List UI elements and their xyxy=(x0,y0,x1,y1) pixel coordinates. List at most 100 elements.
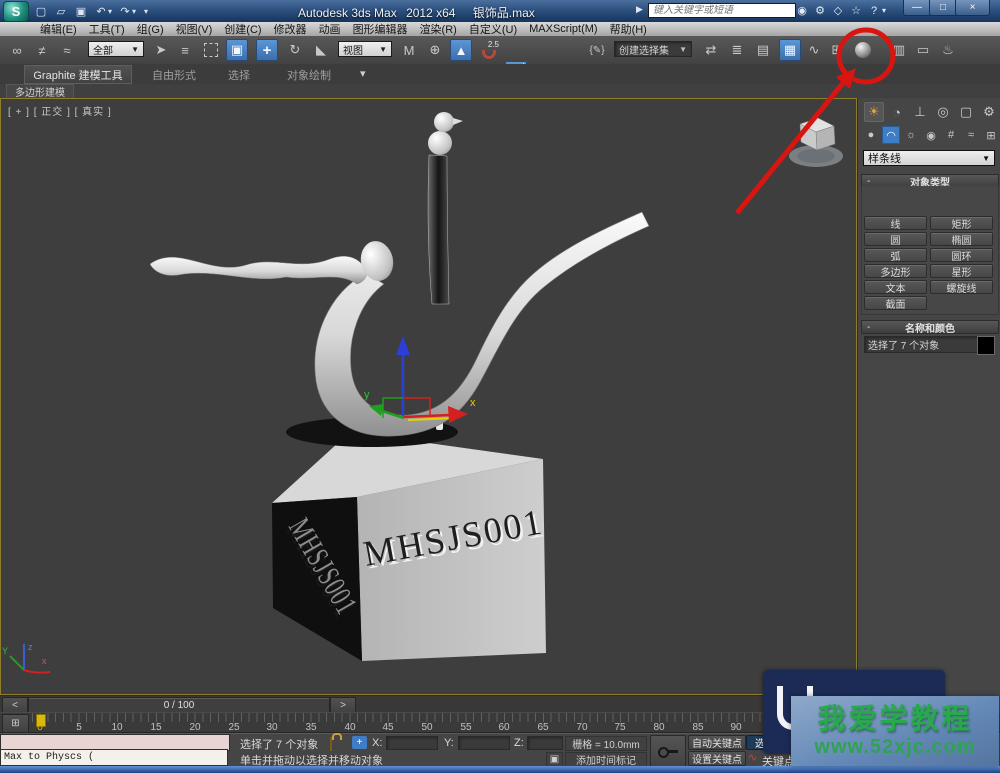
help-dropdown-icon[interactable]: ▾ xyxy=(880,3,888,18)
category-geometry-icon[interactable]: ● xyxy=(862,126,880,144)
tab-object-paint[interactable]: 对象绘制 xyxy=(287,67,331,83)
use-pivot-center-icon[interactable]: ⊕ xyxy=(424,39,446,61)
panel-tab-motion-icon[interactable]: ◎ xyxy=(933,102,953,122)
tab-selection[interactable]: 选择 xyxy=(228,67,250,83)
search-expand-icon[interactable]: ▶ xyxy=(636,4,643,15)
qat-overflow-icon[interactable]: ▾ xyxy=(142,3,150,19)
shape-button-donut[interactable]: 圆环 xyxy=(930,248,993,263)
snaps-toggle-icon[interactable]: 2.5 xyxy=(478,39,500,61)
mirror-icon[interactable]: M xyxy=(398,39,420,61)
named-selection-sets-combo[interactable]: 创建选择集 ▼ xyxy=(614,41,692,57)
open-file-icon[interactable]: ▱ xyxy=(52,3,70,19)
shape-category-dropdown[interactable]: 样条线 ▼ xyxy=(863,150,995,166)
next-frame-button[interactable]: > xyxy=(330,697,356,713)
y-coordinate-field[interactable] xyxy=(458,736,510,750)
set-keys-button[interactable] xyxy=(650,735,686,767)
search-icon[interactable]: ◉ xyxy=(794,3,810,18)
select-and-move-icon[interactable]: + xyxy=(256,39,278,61)
absolute-mode-icon[interactable]: + xyxy=(352,736,367,749)
render-setup-icon[interactable]: ▥ xyxy=(888,39,910,61)
menu-animation[interactable]: 动画 xyxy=(313,21,347,37)
object-color-swatch[interactable] xyxy=(977,336,995,355)
menu-group[interactable]: 组(G) xyxy=(131,21,170,37)
maxscript-listener-field[interactable]: Max to Physcs ( xyxy=(0,749,228,766)
set-key-button[interactable]: 设置关键点 xyxy=(688,751,746,766)
menu-graph-editors[interactable]: 图形编辑器 xyxy=(347,21,414,37)
selection-filter-dropdown[interactable]: 全部 ▼ xyxy=(88,41,144,57)
shape-button-rectangle[interactable]: 矩形 xyxy=(930,216,993,231)
redo-dropdown-icon[interactable]: ▾ xyxy=(130,3,138,19)
category-helpers-icon[interactable]: # xyxy=(942,126,960,144)
time-tag-icon[interactable]: ▣ xyxy=(546,752,563,767)
shape-button-ngon[interactable]: 多边形 xyxy=(864,264,927,279)
panel-polygon-modeling[interactable]: 多边形建模 xyxy=(6,84,74,99)
menu-create[interactable]: 创建(C) xyxy=(218,21,267,37)
windows-taskbar-sliver[interactable] xyxy=(0,766,1000,773)
selection-region-icon[interactable] xyxy=(200,39,222,61)
unlink-selection-icon[interactable]: ≠ xyxy=(31,39,53,61)
prev-frame-button[interactable]: < xyxy=(2,697,28,713)
window-crossing-toggle-icon[interactable]: ▣ xyxy=(226,39,248,61)
close-button[interactable]: × xyxy=(955,0,990,16)
panel-tab-create-icon[interactable]: ☀ xyxy=(864,102,884,122)
layer-manager-icon[interactable]: ▤ xyxy=(752,39,774,61)
graphite-ribbon-toggle-icon[interactable]: ▦ xyxy=(779,39,801,61)
category-shapes-icon[interactable]: ◠ xyxy=(882,126,900,144)
select-and-rotate-icon[interactable]: ↻ xyxy=(284,39,306,61)
object-name-field[interactable] xyxy=(864,336,980,353)
menu-modifiers[interactable]: 修改器 xyxy=(268,21,313,37)
category-lights-icon[interactable]: ☼ xyxy=(902,126,920,144)
frame-indicator[interactable]: 0 / 100 xyxy=(28,697,330,713)
align-icon[interactable]: ≣ xyxy=(726,39,748,61)
bind-to-spacewarp-icon[interactable]: ≈ xyxy=(56,39,78,61)
menu-edit[interactable]: 编辑(E) xyxy=(34,21,83,37)
tab-graphite-modeling[interactable]: Graphite 建模工具 xyxy=(24,65,132,84)
minimize-button[interactable]: — xyxy=(903,0,931,16)
maximize-button[interactable]: □ xyxy=(929,0,957,16)
rendered-frame-window-icon[interactable]: ▭ xyxy=(912,39,934,61)
shape-button-star[interactable]: 星形 xyxy=(930,264,993,279)
ribbon-overflow-icon[interactable]: ▾ xyxy=(360,67,366,80)
shape-button-section[interactable]: 截面 xyxy=(864,296,927,311)
communication-center-icon[interactable]: ◇ xyxy=(830,3,846,18)
sculpture-figure[interactable] xyxy=(149,112,650,447)
menu-views[interactable]: 视图(V) xyxy=(170,21,219,37)
panel-tab-utilities-icon[interactable]: ⚙ xyxy=(979,102,999,122)
curve-editor-icon[interactable]: ∿ xyxy=(803,39,825,61)
select-and-scale-icon[interactable]: ◣ xyxy=(310,39,332,61)
selection-lock-icon[interactable] xyxy=(330,737,332,751)
menu-customize[interactable]: 自定义(U) xyxy=(463,21,523,37)
shape-button-helix[interactable]: 螺旋线 xyxy=(930,280,993,295)
schematic-view-icon[interactable]: ⊞ xyxy=(826,39,848,61)
select-and-manipulate-icon[interactable]: ▲ xyxy=(450,39,472,61)
category-systems-icon[interactable]: ⊞ xyxy=(982,126,1000,144)
viewport[interactable]: MHSJS001 MHSJS001 MHSJS001 MHSJS001 x y … xyxy=(0,98,857,695)
settings-icon[interactable]: ⚙ xyxy=(812,3,828,18)
tab-freeform[interactable]: 自由形式 xyxy=(152,67,196,83)
rollout-name-color-header[interactable]: - 名称和颜色 xyxy=(861,320,999,335)
menu-tools[interactable]: 工具(T) xyxy=(83,21,131,37)
menu-maxscript[interactable]: MAXScript(M) xyxy=(523,23,603,35)
render-production-icon[interactable]: ♨ xyxy=(937,39,959,61)
x-coordinate-field[interactable] xyxy=(386,736,438,750)
viewcube-widget[interactable] xyxy=(789,117,843,167)
shape-button-circle[interactable]: 圆 xyxy=(864,232,927,247)
favorites-icon[interactable]: ☆ xyxy=(848,3,864,18)
app-logo-icon[interactable]: S xyxy=(3,1,29,22)
select-by-name-icon[interactable]: ≡ xyxy=(174,39,196,61)
material-editor-icon[interactable] xyxy=(852,39,874,61)
shape-button-arc[interactable]: 弧 xyxy=(864,248,927,263)
new-file-icon[interactable]: ▢ xyxy=(32,3,50,19)
save-file-icon[interactable]: ▣ xyxy=(72,3,90,19)
menu-help[interactable]: 帮助(H) xyxy=(604,21,653,37)
select-and-link-icon[interactable]: ∞ xyxy=(6,39,28,61)
mirror-tool-icon[interactable]: ⇄ xyxy=(700,39,722,61)
shape-button-text[interactable]: 文本 xyxy=(864,280,927,295)
panel-tab-modify-icon[interactable]: ◔ xyxy=(887,102,907,122)
panel-tab-hierarchy-icon[interactable]: ⊥ xyxy=(910,102,930,122)
auto-key-button[interactable]: 自动关键点 xyxy=(688,735,746,750)
viewport-label[interactable]: [ + ] [ 正交 ] [ 真实 ] xyxy=(8,103,112,118)
search-input[interactable] xyxy=(648,3,796,18)
reference-coordsys-dropdown[interactable]: 视图 ▼ xyxy=(338,41,392,57)
z-coordinate-field[interactable] xyxy=(527,736,563,750)
